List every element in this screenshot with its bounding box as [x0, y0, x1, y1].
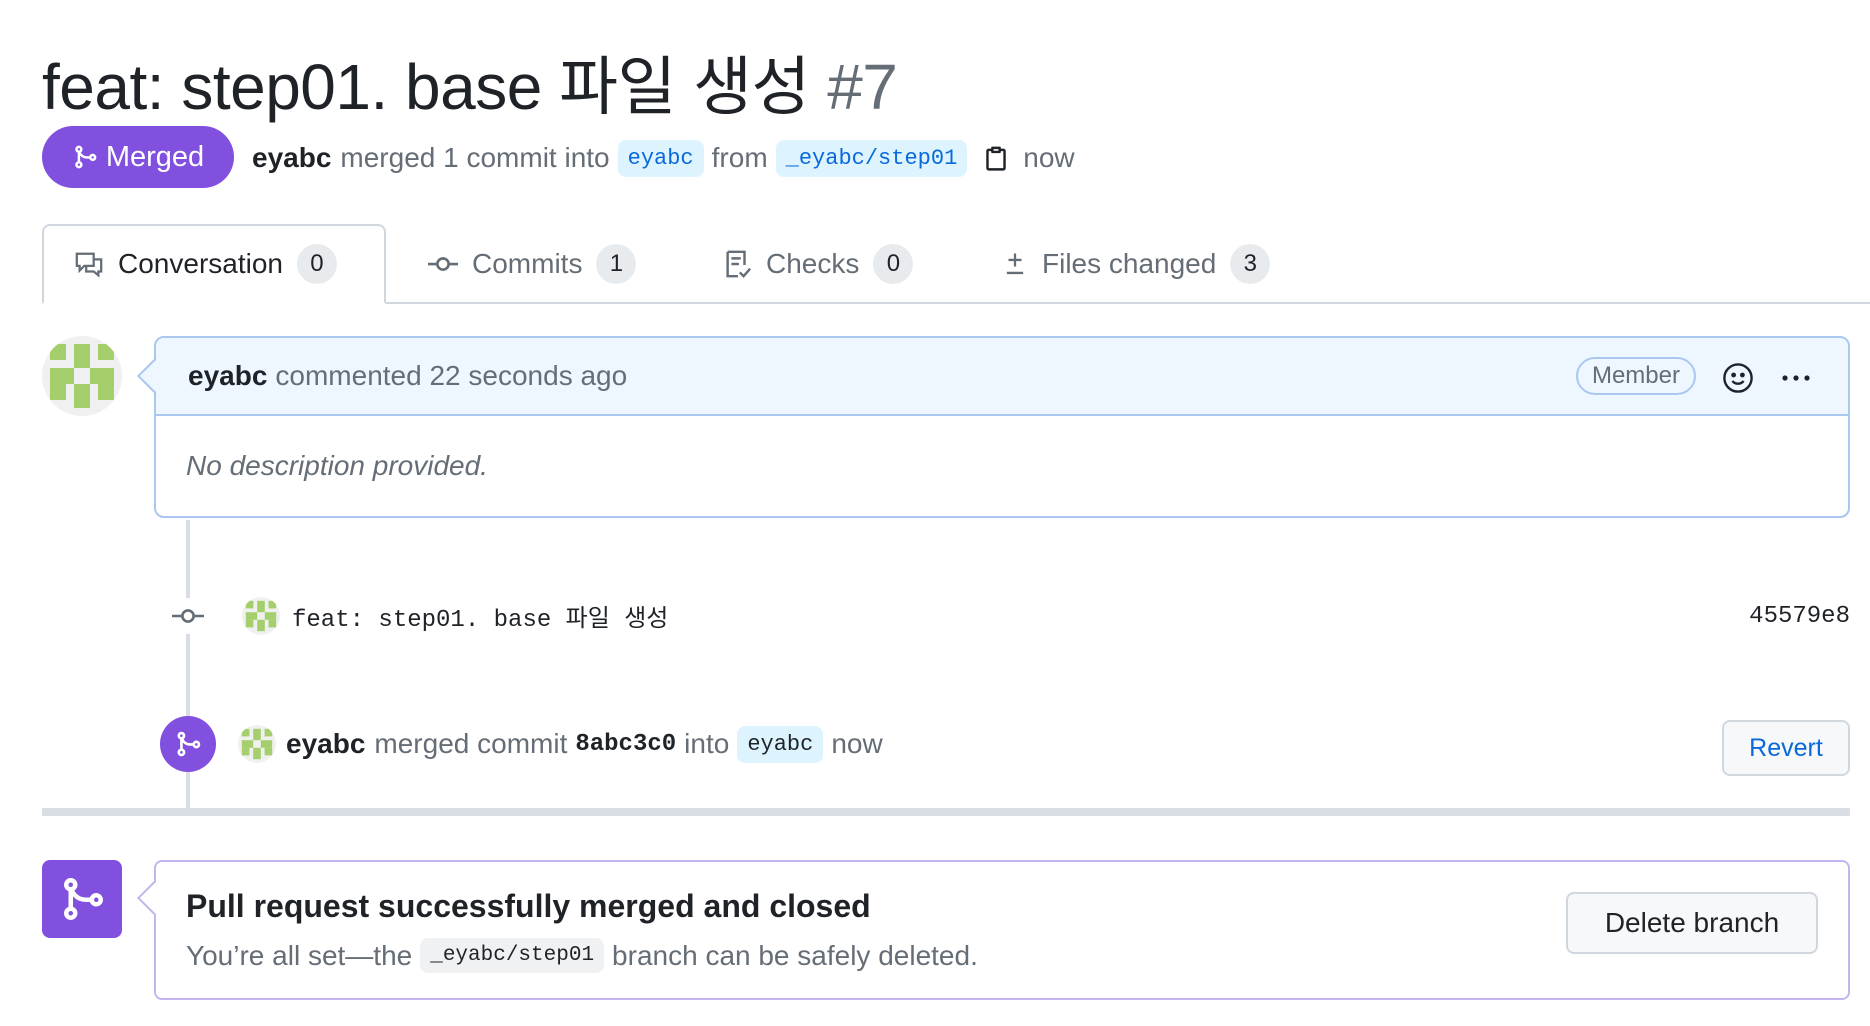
tab-counter: 0 — [873, 244, 914, 284]
avatar[interactable] — [242, 597, 280, 635]
tab-commits[interactable]: Commits 1 — [428, 224, 637, 304]
copy-icon[interactable] — [983, 143, 1009, 173]
merge-text-2: into — [684, 728, 730, 759]
desc-after: branch can be safely deleted. — [612, 939, 978, 971]
tab-counter: 1 — [596, 244, 637, 284]
commit-sha-link[interactable]: 45579e8 — [1749, 603, 1850, 630]
pull-request-page: feat: step01. base 파일 생성 #7 Merged eyabc… — [0, 0, 1870, 1026]
comment-body: No description provided. — [186, 450, 488, 481]
comment-header: eyabc commented 22 seconds ago Member — [156, 338, 1848, 416]
git-commit-icon — [428, 257, 458, 271]
merge-status-title: Pull request successfully merged and clo… — [186, 888, 871, 924]
state-label: Merged — [105, 140, 205, 173]
from-text: from — [711, 142, 768, 173]
pr-title: feat: step01. base 파일 생성 — [42, 51, 810, 123]
more-options-button[interactable] — [1780, 362, 1812, 401]
smiley-icon — [1723, 363, 1753, 393]
avatar[interactable] — [238, 725, 276, 763]
tab-counter: 3 — [1230, 244, 1271, 284]
timeline-divider — [42, 808, 1850, 816]
git-merge-icon — [75, 145, 97, 169]
tab-counter: 0 — [296, 244, 337, 284]
merge-event: eyabc merged commit 8abc3c0 into eyabc n… — [160, 716, 1850, 776]
diff-icon — [1006, 253, 1024, 275]
tab-checks[interactable]: Checks 0 — [722, 224, 914, 304]
merged-text: merged 1 commit into — [340, 142, 610, 173]
checklist-icon — [726, 250, 752, 278]
git-merge-icon — [160, 716, 216, 772]
tab-files-changed[interactable]: Files changed 3 — [1002, 224, 1271, 304]
tab-conversation[interactable]: Conversation 0 — [42, 224, 386, 304]
tab-label: Checks — [766, 248, 860, 279]
base-branch[interactable]: eyabc — [617, 139, 704, 177]
merge-author-link[interactable]: eyabc — [286, 728, 365, 760]
deletable-branch: _eyabc/step01 — [420, 938, 605, 973]
merge-time: now — [1023, 142, 1075, 173]
revert-button[interactable]: Revert — [1722, 720, 1850, 776]
pr-number: #7 — [827, 51, 898, 123]
merge-status-description: You’re all set—the _eyabc/step01 branch … — [186, 938, 978, 973]
comment-action: commented 22 seconds ago — [275, 360, 628, 391]
add-reaction-button[interactable] — [1722, 362, 1754, 401]
delete-branch-button[interactable]: Delete branch — [1566, 892, 1818, 954]
merge-status-box: Pull request successfully merged and clo… — [154, 860, 1850, 1000]
comment-author[interactable]: eyabc — [188, 360, 267, 392]
avatar[interactable] — [42, 336, 122, 416]
git-merge-icon — [42, 860, 122, 938]
head-branch[interactable]: _eyabc/step01 — [775, 139, 968, 177]
tab-label: Commits — [472, 248, 583, 279]
identicon-avatar — [42, 336, 122, 416]
merged-state-badge: Merged — [42, 126, 234, 188]
comment-box: eyabc commented 22 seconds ago Member No… — [154, 336, 1850, 518]
commit-item: feat: step01. base 파일 생성 45579e8 — [170, 592, 1850, 640]
kebab-horizontal-icon — [1782, 375, 1810, 381]
pr-meta: eyabc merged 1 commit into eyabc from _e… — [252, 136, 1075, 180]
comment-discussion-icon — [75, 252, 103, 278]
git-commit-icon — [170, 598, 206, 634]
merge-text: eyabc merged commit 8abc3c0 into eyabc n… — [286, 725, 883, 763]
merge-branch[interactable]: eyabc — [737, 725, 824, 763]
author-link[interactable]: eyabc — [252, 142, 331, 174]
desc-before: You’re all set—the — [186, 939, 413, 971]
commit-message-link[interactable]: feat: step01. base 파일 생성 — [292, 598, 668, 634]
member-badge: Member — [1575, 357, 1696, 395]
tab-label: Files changed — [1042, 248, 1217, 279]
merge-commit-sha[interactable]: 8abc3c0 — [575, 731, 676, 758]
tab-label: Conversation — [118, 248, 283, 279]
merge-event-time: now — [831, 728, 883, 759]
merge-text-1: merged commit — [374, 728, 568, 759]
page-title: feat: step01. base 파일 생성 #7 — [42, 36, 898, 128]
